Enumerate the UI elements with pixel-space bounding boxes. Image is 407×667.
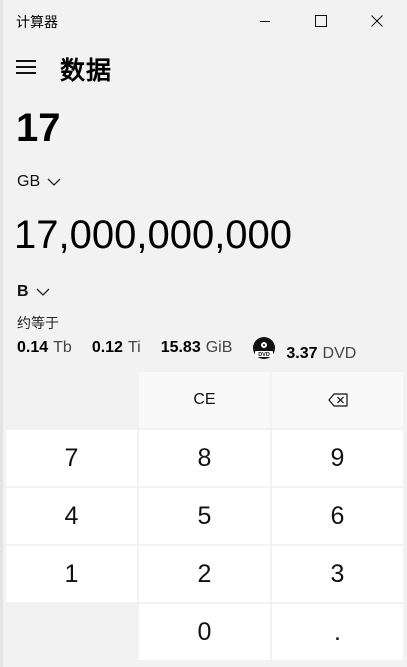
equivalent-unit: Tb xyxy=(53,339,72,356)
equivalent-value: 3.37 xyxy=(286,344,318,362)
maximize-icon xyxy=(315,15,327,27)
page-title: 数据 xyxy=(60,57,113,85)
from-value-display[interactable]: 17 xyxy=(16,106,61,151)
window-edge xyxy=(0,0,3,667)
digit-4-button[interactable]: 4 xyxy=(6,488,137,544)
equivalents-list: 0.14 Tb 0.12 Ti 15.83 GiB DVD 3.37 DVD xyxy=(17,333,376,363)
app-title: 计算器 xyxy=(16,14,58,30)
equivalent-item: 0.14 Tb xyxy=(17,339,72,357)
equivalent-item: DVD 3.37 DVD xyxy=(252,334,356,363)
minimize-button[interactable] xyxy=(237,0,293,42)
digit-2-button[interactable]: 2 xyxy=(139,546,270,602)
navigation-menu-button[interactable] xyxy=(9,50,43,84)
hamburger-icon-line xyxy=(16,72,36,74)
clear-entry-button[interactable]: CE xyxy=(139,372,270,428)
to-unit-label: B xyxy=(17,283,29,300)
digit-9-button[interactable]: 9 xyxy=(272,430,403,486)
close-icon xyxy=(371,15,383,27)
from-unit-label: GB xyxy=(17,173,41,190)
hamburger-icon-line xyxy=(16,66,36,68)
decimal-point-button[interactable]: . xyxy=(272,604,403,660)
digit-6-button[interactable]: 6 xyxy=(272,488,403,544)
keypad-empty-slot xyxy=(6,372,137,428)
keypad: CE 7 8 9 4 5 6 1 2 3 0 . xyxy=(6,372,404,662)
digit-3-button[interactable]: 3 xyxy=(272,546,403,602)
keypad-empty-slot xyxy=(6,604,137,660)
equivalent-value: 0.12 xyxy=(91,339,123,356)
minimize-icon xyxy=(260,21,270,22)
dvd-icon: DVD xyxy=(253,336,276,359)
equivalent-unit: DVD xyxy=(322,344,357,362)
equivalent-item: 15.83 GiB xyxy=(161,339,233,357)
backspace-button[interactable] xyxy=(272,372,403,428)
digit-1-button[interactable]: 1 xyxy=(6,546,137,602)
equivalent-value: 0.14 xyxy=(17,339,49,356)
chevron-down-icon xyxy=(47,178,61,186)
title-bar[interactable]: 计算器 xyxy=(0,0,407,42)
chevron-down-icon xyxy=(36,288,50,296)
to-unit-dropdown[interactable]: B xyxy=(17,283,50,301)
equivalent-value: 15.83 xyxy=(160,339,201,356)
digit-7-button[interactable]: 7 xyxy=(6,430,137,486)
digit-5-button[interactable]: 5 xyxy=(139,488,270,544)
calculator-window: 计算器 数据 17 GB 17,000,000,000 B 约等于 0.14 T… xyxy=(0,0,407,667)
digit-8-button[interactable]: 8 xyxy=(139,430,270,486)
approximately-equal-label: 约等于 xyxy=(17,315,59,331)
equivalent-unit: Ti xyxy=(127,339,141,356)
hamburger-icon-line xyxy=(16,60,36,62)
to-value-display[interactable]: 17,000,000,000 xyxy=(14,213,292,258)
from-unit-dropdown[interactable]: GB xyxy=(17,173,61,191)
equivalent-unit: GiB xyxy=(205,339,233,356)
close-button[interactable] xyxy=(349,0,405,42)
backspace-icon xyxy=(327,393,348,407)
digit-0-button[interactable]: 0 xyxy=(139,604,270,660)
maximize-button[interactable] xyxy=(293,0,349,42)
equivalent-item: 0.12 Ti xyxy=(92,339,141,357)
svg-text:DVD: DVD xyxy=(259,352,271,358)
